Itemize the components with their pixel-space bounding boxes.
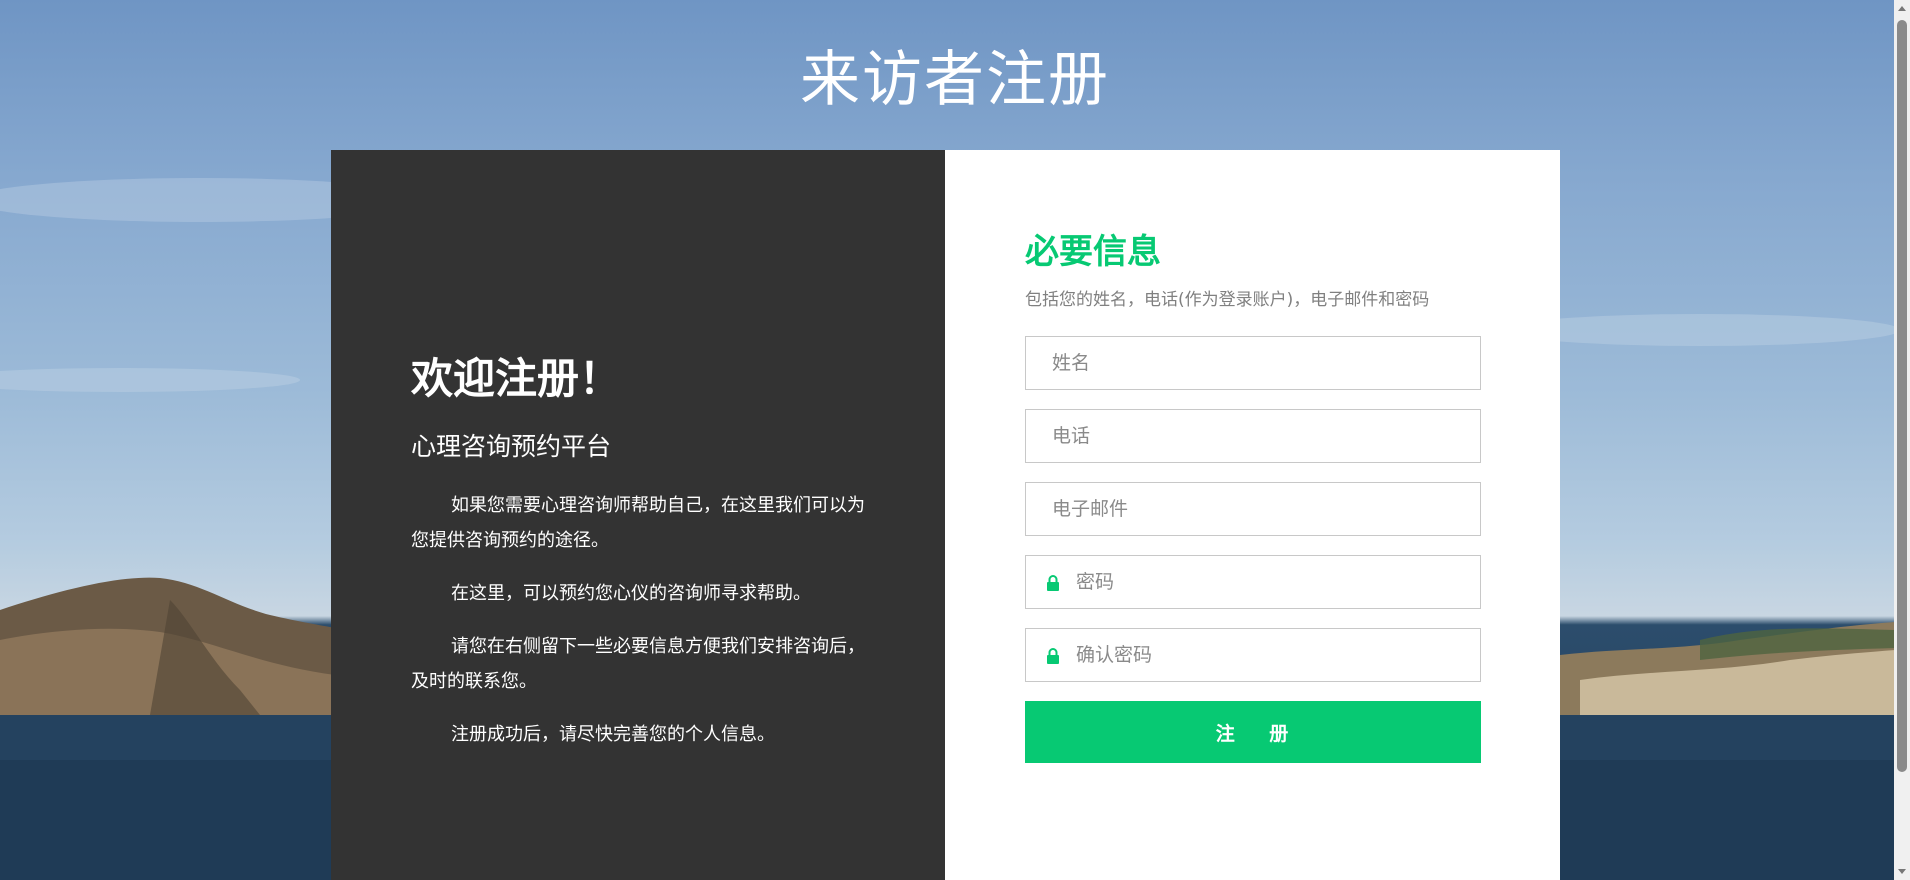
scroll-thumb[interactable] [1897,20,1907,772]
password-field-wrapper [1025,555,1481,609]
lock-icon [1047,648,1059,664]
platform-subtitle: 心理咨询预约平台 [411,432,612,461]
register-button[interactable]: 注 册 [1025,701,1481,763]
email-field-wrapper [1025,482,1481,536]
form-title: 必要信息 [1025,232,1161,272]
name-input[interactable] [1026,337,1480,389]
page-scrollbar[interactable] [1894,0,1910,880]
name-field-wrapper [1025,336,1481,390]
confirm-password-input[interactable] [1026,629,1480,681]
form-panel: 必要信息 包括您的姓名，电话(作为登录账户)，电子邮件和密码 注 册 [945,150,1560,880]
confirm-password-field-wrapper [1025,628,1481,682]
lock-icon [1047,575,1059,591]
intro-paragraph: 在这里，可以预约您心仪的咨询师寻求帮助。 [451,583,811,604]
scroll-up-icon[interactable] [1898,6,1906,11]
phone-field-wrapper [1025,409,1481,463]
welcome-heading: 欢迎注册！ [411,354,622,403]
scroll-down-icon[interactable] [1898,869,1906,874]
email-input[interactable] [1026,483,1480,535]
form-description: 包括您的姓名，电话(作为登录账户)，电子邮件和密码 [1025,290,1430,310]
page-title: 来访者注册 [800,45,1110,115]
intro-paragraph: 如果您需要心理咨询师帮助自己，在这里我们可以为您提供咨询预约的途径。 [411,495,865,551]
phone-input[interactable] [1026,410,1480,462]
password-input[interactable] [1026,556,1480,608]
welcome-panel: 欢迎注册！ 心理咨询预约平台 如果您需要心理咨询师帮助自己，在这里我们可以为您提… [331,150,945,880]
intro-paragraph: 请您在右侧留下一些必要信息方便我们安排咨询后，及时的联系您。 [411,636,865,692]
registration-card: 欢迎注册！ 心理咨询预约平台 如果您需要心理咨询师帮助自己，在这里我们可以为您提… [331,150,1560,880]
intro-paragraph: 注册成功后，请尽快完善您的个人信息。 [451,724,775,745]
